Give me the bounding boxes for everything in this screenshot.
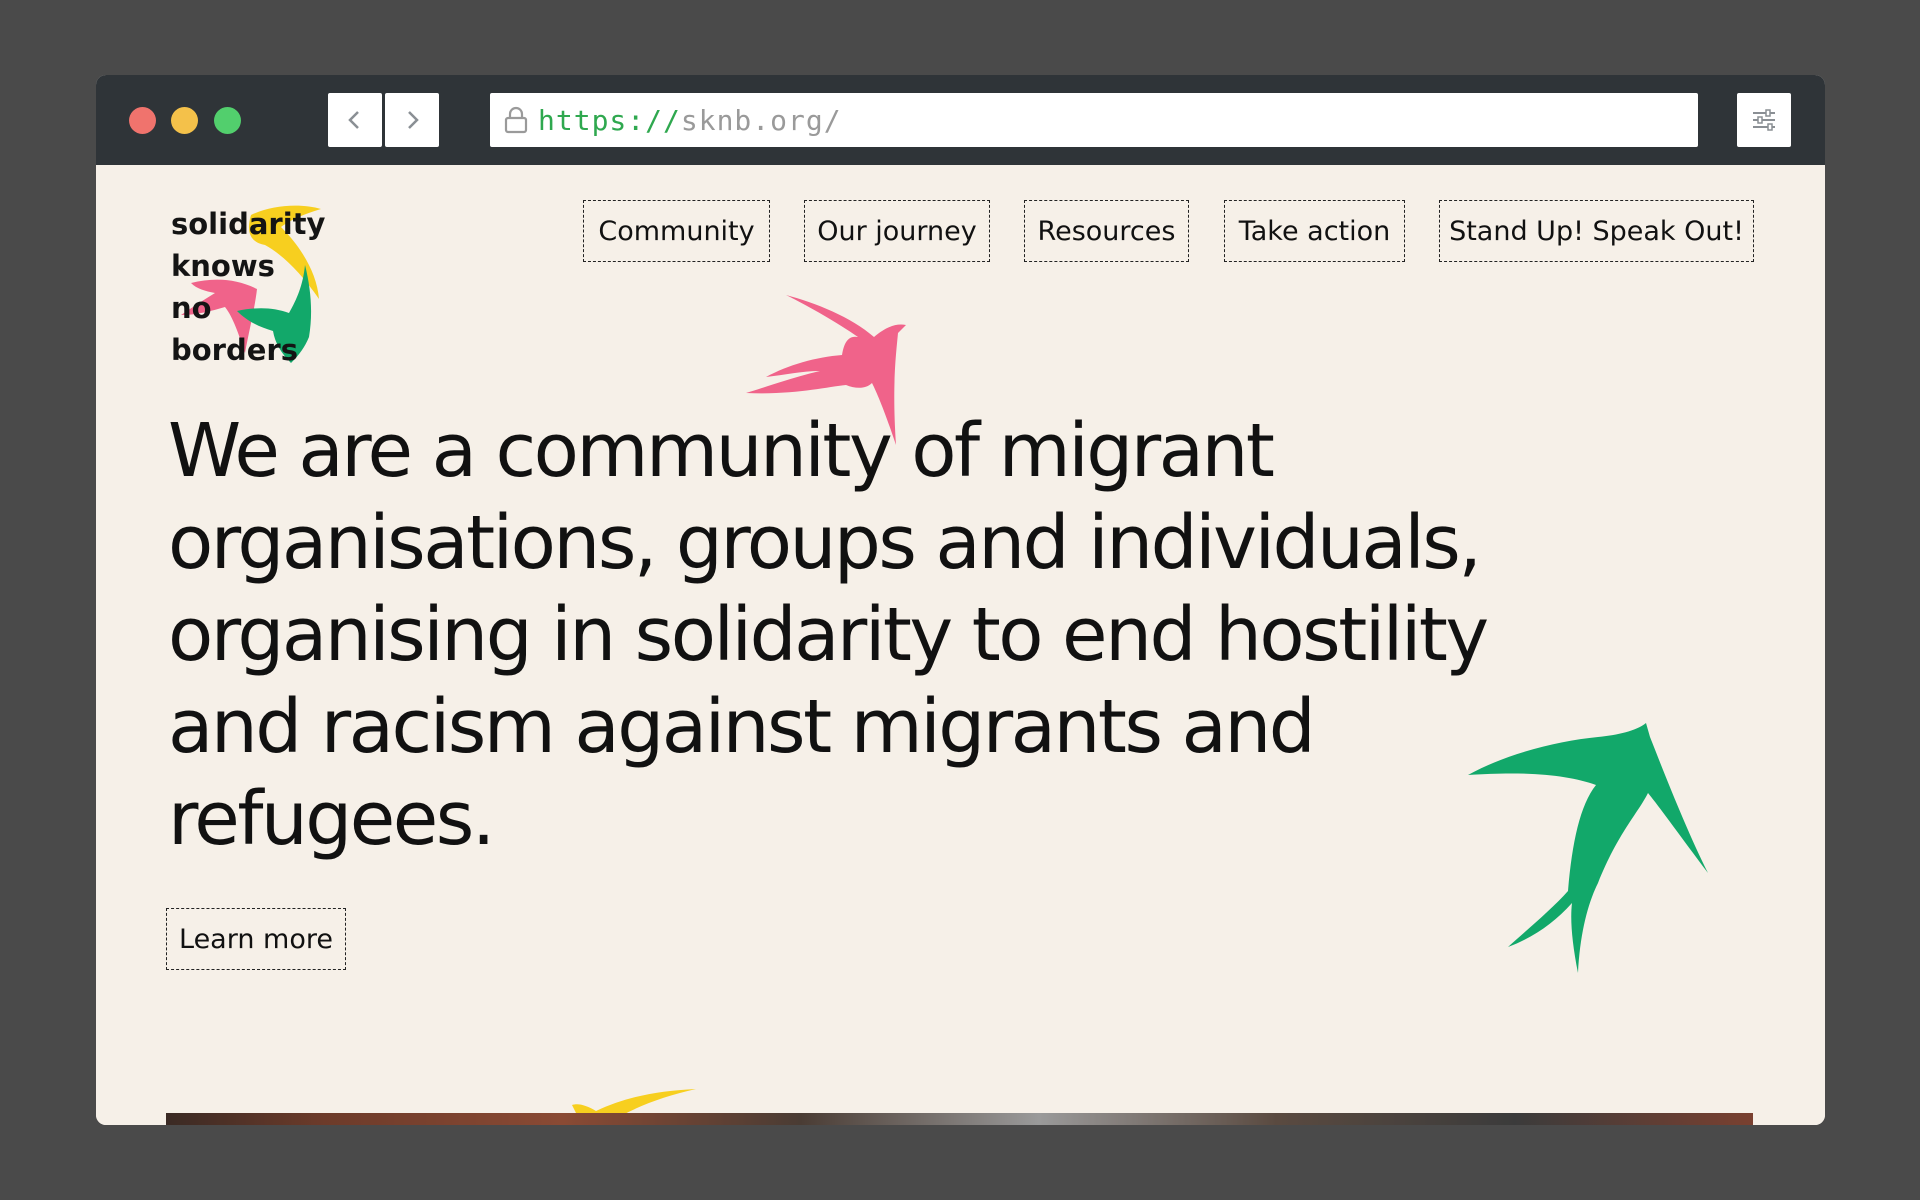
hero-line: We are a community of migrant <box>168 408 1275 494</box>
maximize-window-button[interactable] <box>214 107 241 134</box>
forward-button[interactable] <box>385 93 439 147</box>
nav-resources[interactable]: Resources <box>1024 200 1189 262</box>
nav-community[interactable]: Community <box>583 200 770 262</box>
close-window-button[interactable] <box>129 107 156 134</box>
learn-more-button[interactable]: Learn more <box>166 908 346 970</box>
site-logo[interactable]: solidarity knows no borders <box>171 203 351 383</box>
url-text: https://sknb.org/ <box>538 104 842 137</box>
hero-line: organising in solidarity to end hostilit… <box>168 592 1489 678</box>
url-scheme: https:// <box>538 103 681 137</box>
chevron-left-icon <box>348 111 359 129</box>
hero-line: and racism against migrants and <box>168 684 1316 770</box>
logo-line: knows <box>171 249 275 283</box>
settings-button[interactable] <box>1737 93 1791 147</box>
address-bar[interactable]: https://sknb.org/ <box>490 93 1698 147</box>
minimize-window-button[interactable] <box>171 107 198 134</box>
logo-line: no <box>171 291 212 325</box>
chevron-right-icon <box>408 111 419 129</box>
logo-line: solidarity <box>171 207 326 241</box>
hero-line: refugees. <box>168 776 495 862</box>
hero-photo <box>166 1113 1753 1125</box>
nav-stand-up-speak-out[interactable]: Stand Up! Speak Out! <box>1439 200 1754 262</box>
lock-icon <box>502 105 530 135</box>
nav-our-journey[interactable]: Our journey <box>804 200 990 262</box>
url-host: sknb.org/ <box>680 103 842 137</box>
logo-text: solidarity knows no borders <box>171 203 325 371</box>
browser-toolbar: https://sknb.org/ <box>96 75 1825 165</box>
back-button[interactable] <box>328 93 382 147</box>
browser-window: https://sknb.org/ solidarity knows no bo… <box>96 75 1825 1125</box>
page-content: solidarity knows no borders Community Ou… <box>96 165 1825 1125</box>
hero-headline: We are a community of migrant organisati… <box>168 405 1568 865</box>
sliders-icon <box>1753 109 1775 131</box>
logo-line: borders <box>171 333 298 367</box>
nav-take-action[interactable]: Take action <box>1224 200 1405 262</box>
hero-line: organisations, groups and individuals, <box>168 500 1482 586</box>
